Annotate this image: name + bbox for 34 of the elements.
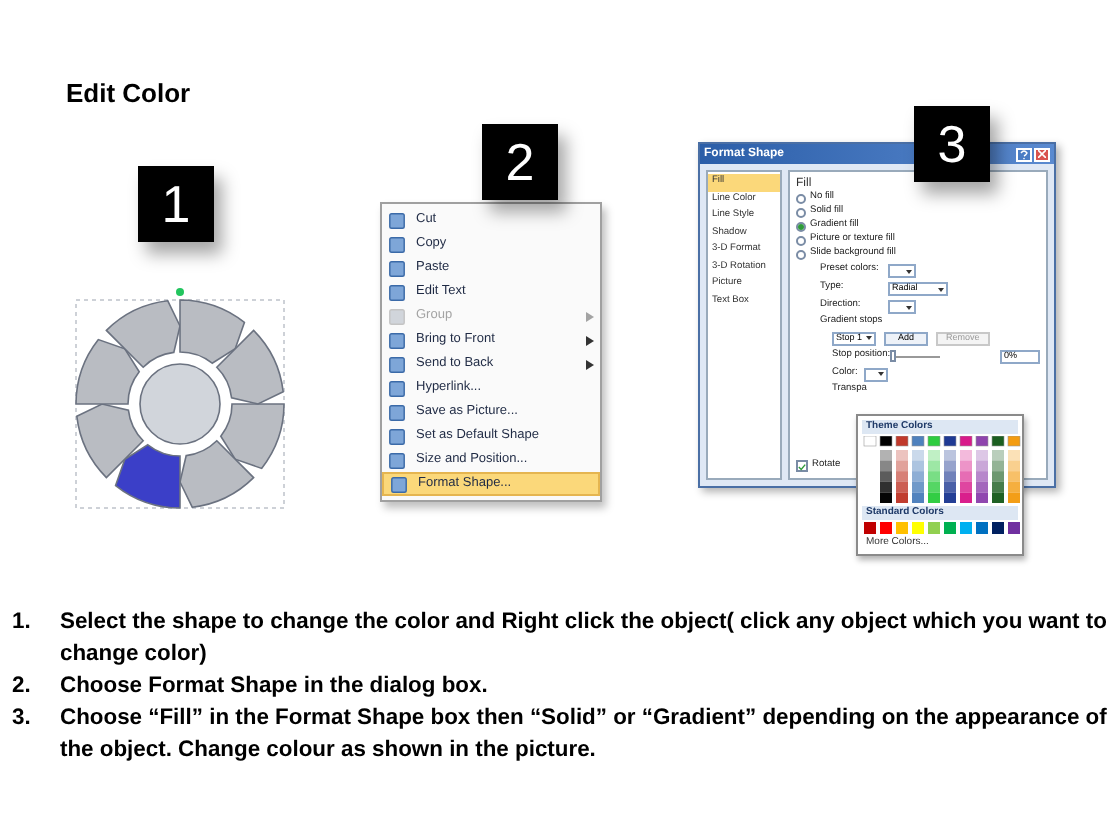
theme-color-swatches[interactable] [862,436,1022,504]
rotate-checkbox[interactable] [796,460,808,472]
radio-button[interactable] [796,194,806,204]
caret-icon [938,287,944,291]
slider-thumb[interactable] [889,350,895,363]
dropdown[interactable] [864,367,888,382]
number-badge: 2 [482,124,558,200]
number-badge: 3 [914,106,990,182]
caret-icon [866,336,872,341]
step-number: 2. [12,672,33,702]
radio-button[interactable] [796,208,806,218]
step-number: 3. [12,704,33,734]
radio-button[interactable] [796,250,806,260]
standard-color-swatches[interactable] [862,522,1022,534]
caret-icon [878,372,884,377]
close-button[interactable] [1034,147,1050,161]
submenu-arrow-icon [586,311,594,321]
radio-button[interactable] [796,222,806,232]
dropdown[interactable] [888,264,916,278]
slide-title: Edit Color [66,76,191,112]
caret-icon [906,305,912,309]
help-icon [1020,149,1028,159]
dropdown[interactable] [888,300,916,314]
step-number: 1. [12,608,33,638]
instruction-text: Choose “Fill” in the Format Shape box then “Solid” or “Gradient” depending on the appearance of the object. Change colour as shown in the picture. [60,704,1108,766]
submenu-arrow-icon [586,335,594,345]
close-icon [1038,150,1046,158]
instruction-text: Choose Format Shape in the dialog box. [60,672,488,702]
help-button[interactable] [1016,147,1032,161]
submenu-arrow-icon [586,359,594,369]
radio-button[interactable] [796,236,806,246]
number-badge: 1 [138,166,214,242]
caret-icon [906,269,912,273]
instruction-text: Select the shape to change the color and Right click the object( click any object which you want to change color) [60,608,1108,670]
